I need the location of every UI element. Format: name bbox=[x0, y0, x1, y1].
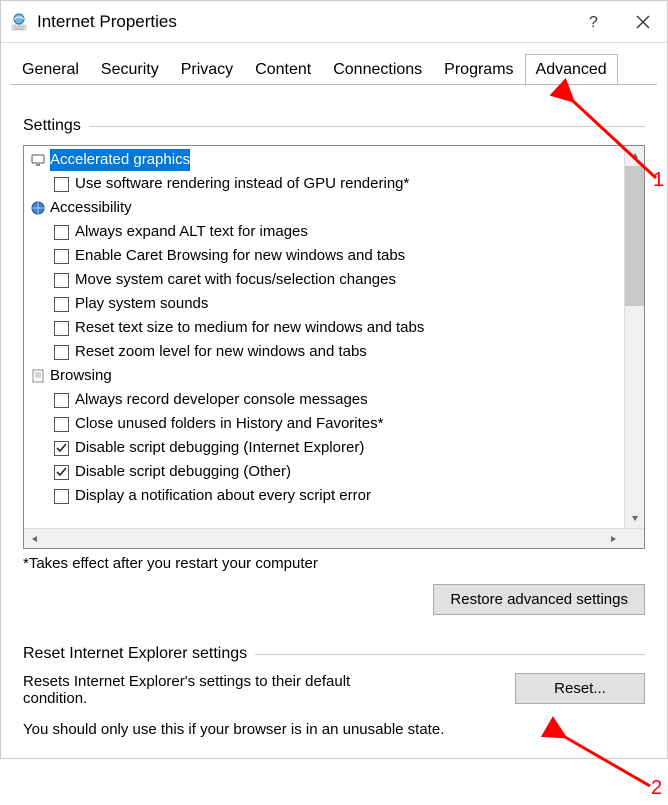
tree-category[interactable]: Accessibility bbox=[24, 196, 644, 220]
tab-connections[interactable]: Connections bbox=[322, 54, 433, 86]
checkbox[interactable] bbox=[54, 177, 69, 192]
tab-general[interactable]: General bbox=[11, 54, 90, 86]
tree-item-label: Reset zoom level for new windows and tab… bbox=[75, 340, 367, 364]
checkbox[interactable] bbox=[54, 249, 69, 264]
tree-item[interactable]: Enable Caret Browsing for new windows an… bbox=[24, 244, 644, 268]
tree-item[interactable]: Disable script debugging (Other) bbox=[24, 460, 644, 484]
tree-category-label: Browsing bbox=[50, 365, 112, 387]
tree-category-label: Accessibility bbox=[50, 197, 132, 219]
tree-item[interactable]: Reset zoom level for new windows and tab… bbox=[24, 340, 644, 364]
settings-group: Settings Accelerated graphicsUse softwar… bbox=[23, 105, 645, 615]
titlebar: Internet Properties ? bbox=[1, 1, 667, 43]
tree-item[interactable]: Play system sounds bbox=[24, 292, 644, 316]
window-title: Internet Properties bbox=[37, 12, 585, 32]
tree-item[interactable]: Use software rendering instead of GPU re… bbox=[24, 172, 644, 196]
tree-category[interactable]: Accelerated graphics bbox=[24, 148, 644, 172]
checkbox[interactable] bbox=[54, 393, 69, 408]
reset-description: Resets Internet Explorer's settings to t… bbox=[23, 673, 383, 707]
divider bbox=[255, 654, 645, 655]
tabstrip: GeneralSecurityPrivacyContentConnections… bbox=[1, 43, 667, 85]
tree-item-label: Disable script debugging (Internet Explo… bbox=[75, 436, 364, 460]
scroll-thumb[interactable] bbox=[625, 166, 644, 306]
tree-item[interactable]: Always expand ALT text for images bbox=[24, 220, 644, 244]
page-icon bbox=[30, 368, 46, 384]
tab-advanced[interactable]: Advanced bbox=[525, 54, 618, 86]
ie-settings-icon bbox=[9, 12, 29, 32]
annotation-label-2: 2 bbox=[651, 777, 662, 800]
monitor-icon bbox=[30, 152, 46, 168]
checkbox[interactable] bbox=[54, 321, 69, 336]
tree-item[interactable]: Close unused folders in History and Favo… bbox=[24, 412, 644, 436]
help-button[interactable]: ? bbox=[585, 12, 605, 32]
annotation-label-1: 1 bbox=[653, 169, 664, 192]
horizontal-scrollbar[interactable] bbox=[24, 528, 644, 548]
tree-item-label: Disable script debugging (Other) bbox=[75, 460, 291, 484]
tab-content[interactable]: Content bbox=[244, 54, 322, 86]
tree-category[interactable]: Browsing bbox=[24, 364, 644, 388]
scroll-down-arrow[interactable] bbox=[625, 508, 644, 528]
tree-item-label: Move system caret with focus/selection c… bbox=[75, 268, 396, 292]
tree-item-label: Use software rendering instead of GPU re… bbox=[75, 172, 409, 196]
restore-advanced-button[interactable]: Restore advanced settings bbox=[433, 584, 645, 615]
tree-item-label: Always expand ALT text for images bbox=[75, 220, 308, 244]
globe-icon bbox=[30, 200, 46, 216]
checkbox[interactable] bbox=[54, 345, 69, 360]
tree-item-label: Close unused folders in History and Favo… bbox=[75, 412, 383, 436]
checkbox[interactable] bbox=[54, 417, 69, 432]
checkbox[interactable] bbox=[54, 297, 69, 312]
reset-caution: You should only use this if your browser… bbox=[23, 721, 645, 738]
checkbox[interactable] bbox=[54, 489, 69, 504]
reset-group-label: Reset Internet Explorer settings bbox=[23, 645, 247, 663]
settings-tree-body: Accelerated graphicsUse software renderi… bbox=[24, 146, 644, 510]
reset-group: Reset Internet Explorer settings Resets … bbox=[23, 633, 645, 738]
tree-item[interactable]: Always record developer console messages bbox=[24, 388, 644, 412]
tree-item-label: Reset text size to medium for new window… bbox=[75, 316, 424, 340]
dialog-window: Internet Properties ? GeneralSecurityPri… bbox=[0, 0, 668, 759]
reset-button[interactable]: Reset... bbox=[515, 673, 645, 704]
tab-programs[interactable]: Programs bbox=[433, 54, 524, 86]
tree-item-label: Play system sounds bbox=[75, 292, 208, 316]
scroll-left-arrow[interactable] bbox=[24, 529, 46, 548]
tree-item[interactable]: Move system caret with focus/selection c… bbox=[24, 268, 644, 292]
tab-privacy[interactable]: Privacy bbox=[170, 54, 244, 86]
svg-text:?: ? bbox=[589, 14, 598, 30]
tree-category-label: Accelerated graphics bbox=[50, 149, 190, 171]
tree-item-label: Display a notification about every scrip… bbox=[75, 484, 371, 508]
checkbox[interactable] bbox=[54, 273, 69, 288]
close-button[interactable] bbox=[633, 12, 653, 32]
tree-item[interactable]: Reset text size to medium for new window… bbox=[24, 316, 644, 340]
settings-tree[interactable]: Accelerated graphicsUse software renderi… bbox=[23, 145, 645, 549]
checkbox[interactable] bbox=[54, 441, 69, 456]
checkbox[interactable] bbox=[54, 465, 69, 480]
tree-item[interactable]: Display a notification about every scrip… bbox=[24, 484, 644, 508]
settings-group-label: Settings bbox=[23, 117, 81, 135]
restart-note: *Takes effect after you restart your com… bbox=[23, 555, 645, 572]
tab-security[interactable]: Security bbox=[90, 54, 170, 86]
dialog-content: Settings Accelerated graphicsUse softwar… bbox=[1, 85, 667, 758]
vertical-scrollbar[interactable] bbox=[624, 146, 644, 528]
divider bbox=[89, 126, 645, 127]
tree-item-label: Always record developer console messages bbox=[75, 388, 368, 412]
scroll-up-arrow[interactable] bbox=[625, 146, 644, 166]
tree-item-label: Enable Caret Browsing for new windows an… bbox=[75, 244, 405, 268]
scroll-corner bbox=[624, 529, 644, 548]
checkbox[interactable] bbox=[54, 225, 69, 240]
tree-item[interactable]: Disable script debugging (Internet Explo… bbox=[24, 436, 644, 460]
scroll-right-arrow[interactable] bbox=[602, 529, 624, 548]
